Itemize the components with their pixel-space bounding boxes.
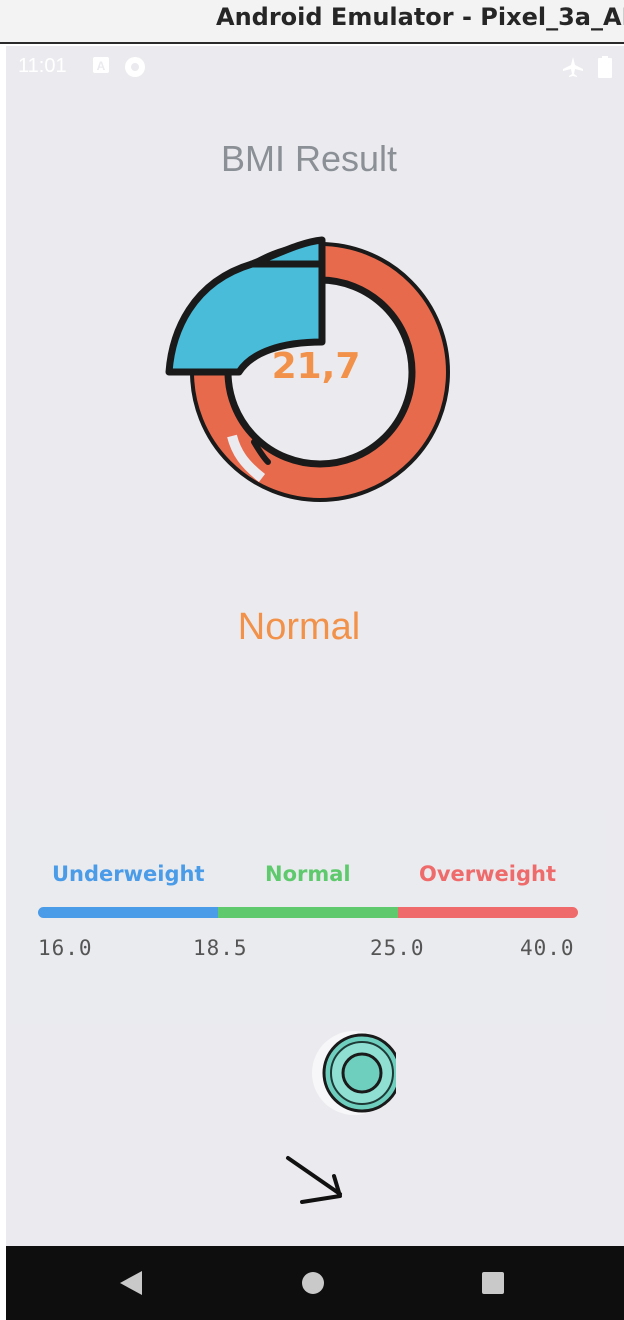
scale-label-normal: Normal: [265, 862, 351, 886]
scale-label-underweight: Underweight: [52, 862, 205, 886]
emulator-titlebar: Android Emulator - Pixel_3a_AP: [0, 0, 624, 44]
status-bar: 11:01 A: [6, 46, 624, 86]
back-icon[interactable]: [120, 1271, 142, 1295]
arrow-cursor-icon: [286, 1156, 342, 1204]
recents-icon[interactable]: [482, 1272, 504, 1294]
bmi-value: 21,7: [271, 346, 361, 387]
svg-text:A: A: [97, 59, 106, 73]
scale-label-overweight: Overweight: [419, 862, 557, 886]
scale-bar-underweight: [38, 907, 218, 918]
home-icon[interactable]: [302, 1272, 324, 1294]
page-title: BMI Result: [220, 138, 398, 179]
scale-bar-overweight: [398, 907, 578, 918]
window-title: Android Emulator - Pixel_3a_AP: [216, 3, 624, 31]
status-time: 11:01: [18, 55, 67, 77]
scale-tick-25: 25.0: [370, 936, 425, 960]
a-letter-icon: A: [92, 56, 110, 79]
scale-tick-18-5: 18.5: [193, 936, 248, 960]
android-nav-bar: [6, 1246, 624, 1320]
scale-tick-16: 16.0: [38, 936, 93, 960]
gauge-segment-cap: [248, 236, 326, 268]
scale-tick-40: 40.0: [520, 936, 575, 960]
record-icon: [124, 56, 146, 83]
airplane-icon: [562, 56, 584, 83]
record-circle-icon[interactable]: [312, 1031, 402, 1115]
scale-bar-normal: [218, 907, 398, 918]
bmi-category: Normal: [237, 606, 361, 648]
battery-icon: [598, 56, 612, 83]
